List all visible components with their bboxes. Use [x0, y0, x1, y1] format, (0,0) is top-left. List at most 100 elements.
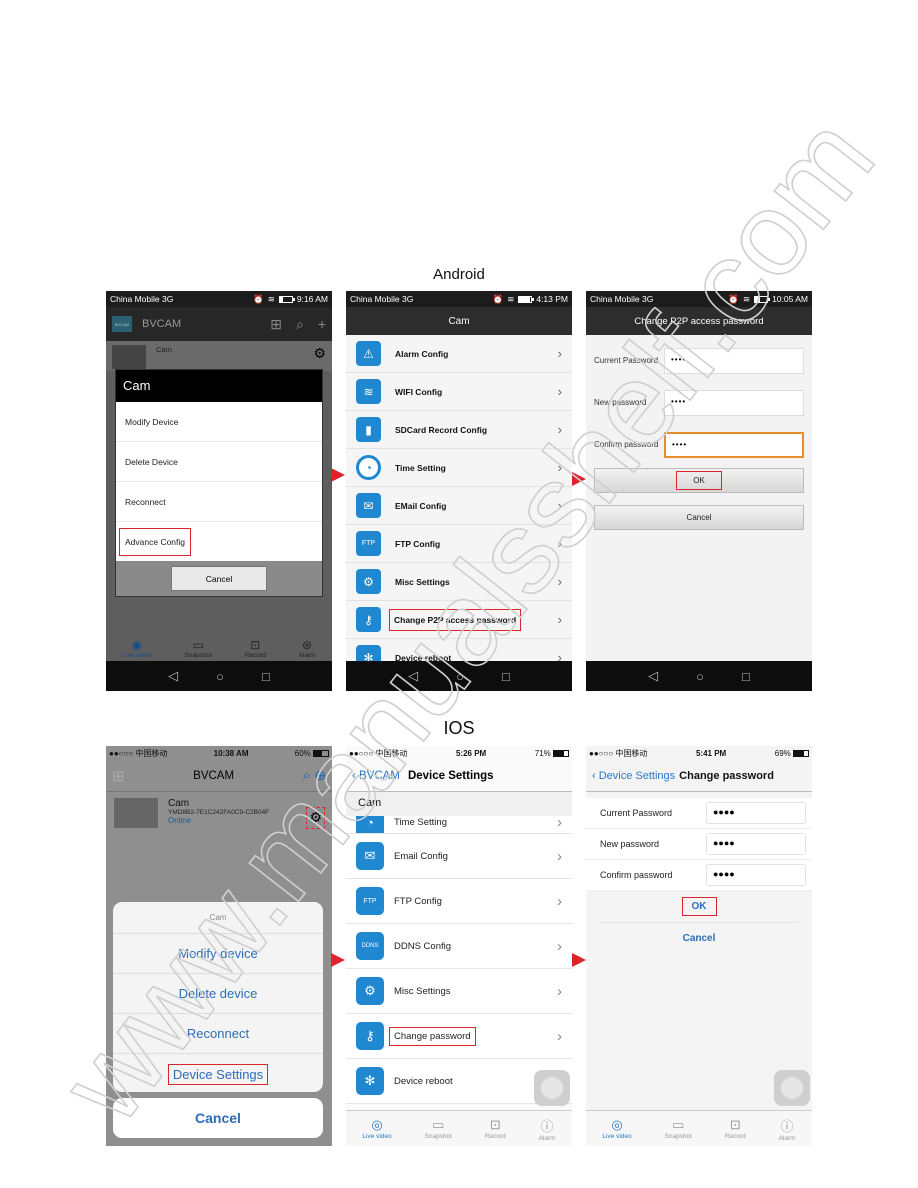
tab-live-video[interactable]: ◉ Live video — [122, 638, 151, 659]
list-item-change-password[interactable]: ⚷ Change password › — [346, 1014, 572, 1059]
arrow-icon — [572, 953, 586, 967]
page-title: Device Settings — [407, 769, 494, 782]
recents-icon[interactable]: □ — [502, 669, 510, 684]
dialog-title: Cam — [116, 370, 322, 402]
sdcard-icon: ▮ — [356, 417, 381, 442]
current-password-input[interactable]: ●●●● — [706, 802, 806, 824]
assistive-touch-button[interactable] — [774, 1070, 810, 1106]
nav-bar: ⊞ BVCAM ⌕ ⊕ — [106, 760, 332, 792]
password-form: Current Password •••• New password •••• Co… — [586, 335, 812, 549]
tab-alarm[interactable]: ⓘ Alarm — [539, 1116, 556, 1142]
grid-icon[interactable]: ⊞ — [270, 316, 282, 333]
list-item-ftp-config[interactable]: FTP FTP Config › — [346, 525, 572, 563]
plus-icon[interactable]: + — [318, 316, 326, 332]
home-icon[interactable]: ○ — [696, 669, 704, 684]
list-item-alarm-config[interactable]: ⚠ Alarm Config › — [346, 335, 572, 373]
list-item-ddns-config[interactable]: DDNS DDNS Config › — [346, 924, 572, 969]
back-icon[interactable]: ◁ — [408, 668, 418, 684]
list-item-wifi-config[interactable]: ≋ WIFI Config › — [346, 373, 572, 411]
tab-snapshot[interactable]: ▭ Snapshot — [425, 1117, 452, 1140]
recents-icon[interactable]: □ — [262, 669, 270, 684]
list-item-misc-settings[interactable]: ⚙ Misc Settings › — [346, 563, 572, 601]
confirm-password-input[interactable]: ●●●● — [706, 864, 806, 886]
tab-snapshot[interactable]: ▭ Snapshot — [185, 638, 212, 659]
tab-snapshot[interactable]: ▭ Snapshot — [665, 1117, 692, 1140]
tab-alarm[interactable]: ⊛ Alarm — [299, 638, 316, 659]
list-item-email-config[interactable]: ✉ EMail Config › — [346, 487, 572, 525]
device-row[interactable]: Cam YMD8B2-7E1C242FA0C9-C2B04F Online ⚙ — [106, 792, 332, 838]
gear-icon[interactable]: ⚙ — [313, 345, 326, 367]
battery-icon — [313, 749, 329, 757]
arrow-icon — [331, 468, 345, 482]
search-icon[interactable]: ⌕ — [303, 767, 311, 784]
grid-icon[interactable]: ⊞ — [112, 767, 125, 785]
home-icon[interactable]: ○ — [456, 669, 464, 684]
home-icon[interactable]: ○ — [216, 669, 224, 684]
ios-change-password-screen: ●●○○○ 中国移动 5:41 PM 69% ‹ Device Settings… — [586, 746, 812, 1146]
chevron-right-icon: › — [557, 384, 562, 399]
ftp-icon: FTP — [356, 887, 384, 915]
tab-alarm[interactable]: ⓘ Alarm — [779, 1116, 796, 1142]
modify-device-item[interactable]: Modify Device — [116, 402, 322, 442]
battery-percent: 69% — [774, 748, 791, 758]
list-item-misc-settings[interactable]: ⚙ Misc Settings › — [346, 969, 572, 1014]
gear-icon: ⚙ — [356, 569, 381, 594]
new-password-input[interactable]: ●●●● — [706, 833, 806, 855]
live-video-icon: ◎ — [371, 1117, 383, 1132]
gear-icon[interactable]: ⚙ — [306, 807, 325, 829]
modify-device-item[interactable]: Modify device — [113, 934, 323, 974]
ok-button[interactable]: OK — [594, 468, 804, 493]
carrier: China Mobile 3G — [110, 294, 174, 304]
tab-record[interactable]: ⊡ Record — [485, 1117, 506, 1140]
cancel-button[interactable]: Cancel — [113, 1098, 323, 1138]
clock: 10:38 AM — [213, 748, 249, 758]
tab-live-video[interactable]: ◎ Live video — [602, 1117, 631, 1140]
sheet-title: Cam — [113, 902, 323, 934]
ddns-icon: DDNS — [356, 932, 384, 960]
chevron-right-icon: › — [557, 460, 562, 475]
confirm-password-label: Confirm password — [594, 440, 659, 449]
cancel-button[interactable]: Cancel — [594, 505, 804, 530]
title-bar: Change P2P access password — [586, 307, 812, 335]
confirm-password-input[interactable]: •••• — [664, 432, 804, 458]
delete-device-item[interactable]: Delete Device — [116, 442, 322, 482]
list-item-ftp-config[interactable]: FTP FTP Config › — [346, 879, 572, 924]
current-password-input[interactable]: •••• — [664, 348, 804, 374]
recents-icon[interactable]: □ — [742, 669, 750, 684]
search-icon[interactable]: ⌕ — [296, 316, 304, 333]
tab-record[interactable]: ⊡ Record — [245, 638, 266, 659]
reconnect-item[interactable]: Reconnect — [116, 482, 322, 522]
key-icon: ⚷ — [356, 607, 381, 632]
add-icon[interactable]: ⊕ — [314, 767, 326, 783]
cancel-button[interactable]: Cancel — [171, 566, 267, 591]
email-icon: ✉ — [356, 842, 384, 870]
live-video-icon: ◎ — [611, 1117, 623, 1132]
back-button[interactable]: ‹ Device Settings — [592, 770, 675, 782]
cancel-button[interactable]: Cancel — [586, 923, 812, 953]
device-row[interactable]: Cam ⚙ — [106, 341, 332, 371]
gear-icon: ⚙ — [356, 977, 384, 1005]
password-form: Current Password ●●●● New password ●●●● Co… — [586, 798, 812, 891]
back-icon[interactable]: ◁ — [168, 668, 178, 684]
list-item-change-p2p-password[interactable]: ⚷ Change P2P access password › — [346, 601, 572, 639]
tab-live-video[interactable]: ◎ Live video — [362, 1117, 391, 1140]
android-device-list-screen: China Mobile 3G ⏰ ≋ 9:16 AM BVCAM BVCAM ⊞ … — [106, 291, 332, 691]
record-icon: ⊡ — [250, 638, 261, 652]
device-subheader: Cam — [346, 792, 572, 816]
tab-record[interactable]: ⊡ Record — [725, 1117, 746, 1140]
assistive-touch-button[interactable] — [534, 1070, 570, 1106]
alarm-icon: ⊛ — [302, 638, 313, 652]
app-logo: BVCAM — [112, 316, 132, 332]
new-password-input[interactable]: •••• — [664, 390, 804, 416]
delete-device-item[interactable]: Delete device — [113, 974, 323, 1014]
ok-button[interactable]: OK — [600, 891, 798, 923]
android-advance-config-screen: China Mobile 3G ⏰ ≋ 4:13 PM Cam ⚠ Alarm Con… — [346, 291, 572, 691]
back-button[interactable]: ‹ BVCAM — [352, 770, 400, 782]
back-icon[interactable]: ◁ — [648, 668, 658, 684]
list-item-time-setting[interactable]: ◔ Time Setting › — [346, 449, 572, 487]
list-item-sdcard-config[interactable]: ▮ SDCard Record Config › — [346, 411, 572, 449]
list-item-email-config[interactable]: ✉ Email Config › — [346, 834, 572, 879]
reconnect-item[interactable]: Reconnect — [113, 1014, 323, 1054]
device-settings-item[interactable]: Device Settings — [113, 1054, 323, 1092]
advance-config-item[interactable]: Advance Config — [116, 522, 322, 562]
